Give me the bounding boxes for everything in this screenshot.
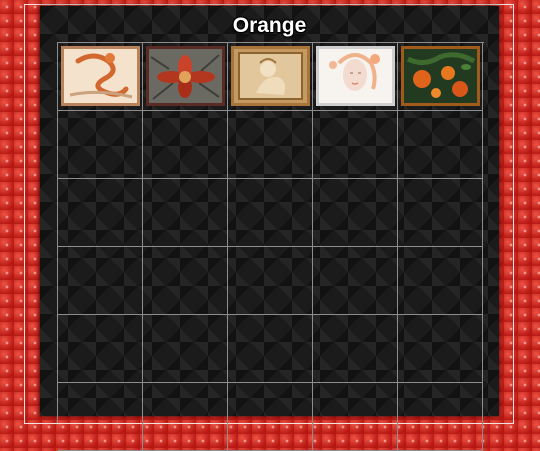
gallery-cell	[143, 315, 228, 383]
gallery-cell	[398, 43, 483, 111]
flower-art-icon	[149, 49, 222, 103]
gallery-cell	[58, 315, 143, 383]
dragon-art-icon	[64, 49, 137, 103]
gallery-cell	[143, 43, 228, 111]
gallery-cell	[313, 383, 398, 451]
page-title: Orange	[232, 14, 307, 37]
thumbnail-5[interactable]	[401, 46, 480, 106]
gallery-cell	[143, 383, 228, 451]
gallery-panel: Orange	[40, 6, 499, 451]
gallery-cell	[58, 43, 143, 111]
gallery-cell	[143, 247, 228, 315]
thumbnail-2[interactable]	[146, 46, 225, 106]
gallery-grid	[57, 42, 484, 451]
gallery-cell	[143, 179, 228, 247]
gallery-cell	[313, 315, 398, 383]
gallery-cell	[398, 179, 483, 247]
gallery-cell	[228, 43, 313, 111]
gallery-cell	[58, 247, 143, 315]
gallery-cell	[313, 111, 398, 179]
gallery-cell	[313, 247, 398, 315]
gallery-cell	[398, 111, 483, 179]
carved-figure-icon	[234, 49, 307, 103]
gallery-cell	[228, 315, 313, 383]
gallery-cell	[58, 111, 143, 179]
gallery-cell	[143, 111, 228, 179]
gallery-cell	[58, 179, 143, 247]
gallery-cell	[228, 247, 313, 315]
gallery-cell	[313, 43, 398, 111]
gallery-cell	[398, 383, 483, 451]
gallery-cell	[398, 247, 483, 315]
gallery-cell	[228, 179, 313, 247]
gallery-cell	[398, 315, 483, 383]
woman-portrait-icon	[319, 49, 392, 103]
thumbnail-1[interactable]	[61, 46, 140, 106]
gallery-cell	[228, 383, 313, 451]
thumbnail-4[interactable]	[316, 46, 395, 106]
orange-fruit-icon	[404, 49, 477, 103]
gallery-cell	[313, 179, 398, 247]
gallery-cell	[58, 383, 143, 451]
thumbnail-3[interactable]	[231, 46, 310, 106]
gallery-cell	[228, 111, 313, 179]
